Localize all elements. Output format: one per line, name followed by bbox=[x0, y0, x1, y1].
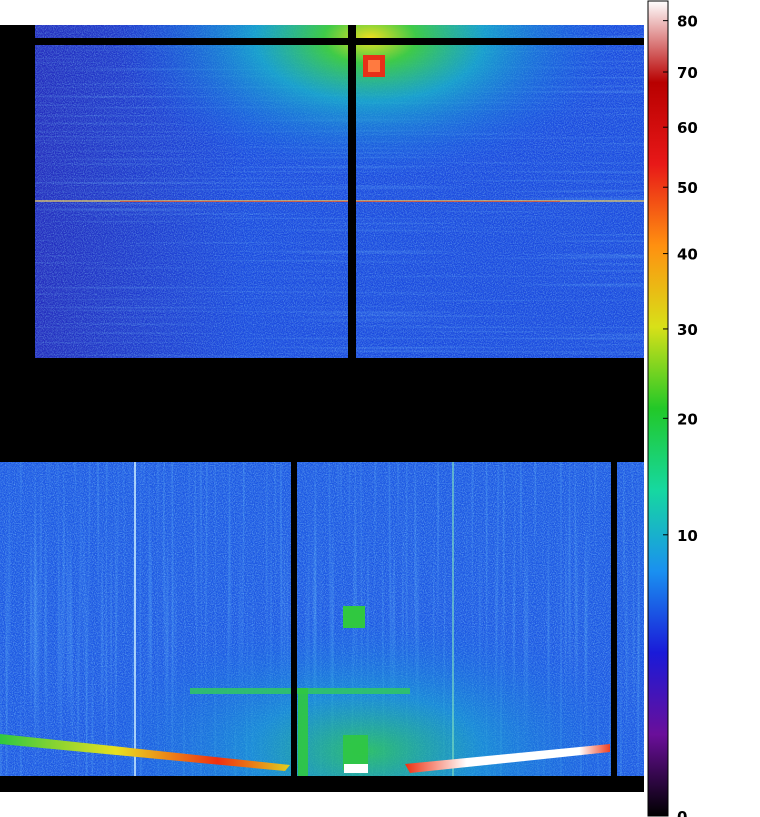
colorbar: 0 10 20 30 40 50 60 70 80 bbox=[647, 0, 698, 817]
colorbar-tick-label: 60 bbox=[677, 119, 698, 137]
lower-panel-glow bbox=[0, 462, 644, 776]
colorbar-tick-label: 80 bbox=[677, 13, 698, 31]
upper-gap-vertical bbox=[348, 25, 356, 358]
lower-bright-block bbox=[344, 764, 368, 773]
upper-panel bbox=[35, 25, 644, 358]
colorbar-tick-label: 10 bbox=[677, 527, 698, 545]
colorbar-tick-label: 70 bbox=[677, 64, 698, 82]
colorbar-bar bbox=[647, 0, 669, 817]
lower-bar-left bbox=[298, 688, 308, 776]
lower-gap-vertical-2 bbox=[611, 462, 617, 776]
upper-panel-glow bbox=[35, 25, 644, 358]
colorbar-tick-label: 30 bbox=[677, 321, 698, 339]
colorbar-tick-label: 0 bbox=[677, 808, 687, 817]
colorbar-tick-label: 20 bbox=[677, 410, 698, 428]
lower-gap-vertical-1 bbox=[291, 462, 297, 776]
upper-gap-horizontal bbox=[35, 38, 644, 45]
colorbar-tick-label: 50 bbox=[677, 179, 698, 197]
lower-panel bbox=[0, 462, 644, 776]
upper-hot-spot-inner bbox=[368, 60, 380, 72]
colorbar-tick-label: 40 bbox=[677, 246, 698, 264]
lower-square bbox=[343, 606, 365, 628]
heatmap-figure: 0 10 20 30 40 50 60 70 80 bbox=[0, 0, 698, 817]
